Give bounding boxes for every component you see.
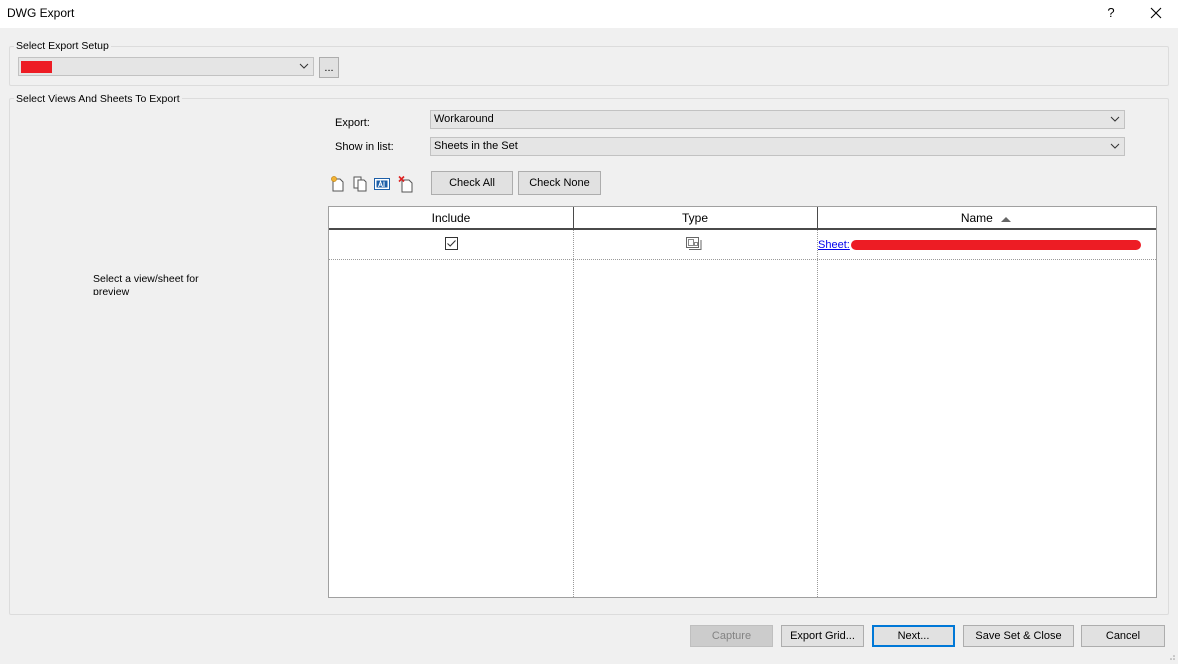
column-header-type[interactable]: Type xyxy=(573,207,817,230)
column-header-name[interactable]: Name xyxy=(817,207,1156,230)
save-set-close-button[interactable]: Save Set & Close xyxy=(963,625,1074,647)
new-set-icon[interactable] xyxy=(329,175,347,193)
help-button[interactable]: ? xyxy=(1102,3,1120,23)
close-icon[interactable] xyxy=(1146,3,1166,23)
delete-set-icon[interactable] xyxy=(397,175,415,193)
header-separator xyxy=(817,207,818,230)
redacted-sheet-name xyxy=(851,240,1141,250)
export-value: Workaround xyxy=(434,113,494,125)
export-setup-dropdown[interactable] xyxy=(18,57,314,76)
check-none-button[interactable]: Check None xyxy=(518,171,601,195)
views-sheets-label: Select Views And Sheets To Export xyxy=(14,93,182,105)
title-bar: DWG Export ? xyxy=(0,0,1178,28)
duplicate-set-icon[interactable] xyxy=(351,175,369,193)
show-in-list-dropdown[interactable]: Sheets in the Set xyxy=(430,137,1125,156)
chevron-down-icon xyxy=(299,61,309,74)
chevron-down-icon xyxy=(1110,141,1120,154)
column-divider xyxy=(573,230,574,597)
sheet-name-link[interactable]: Sheet: xyxy=(818,239,850,251)
export-grid-button[interactable]: Export Grid... xyxy=(781,625,864,647)
column-header-include[interactable]: Include xyxy=(329,207,573,230)
next-button[interactable]: Next... xyxy=(872,625,955,647)
export-dropdown[interactable]: Workaround xyxy=(430,110,1125,129)
include-checkbox[interactable] xyxy=(445,237,458,253)
show-in-list-label: Show in list: xyxy=(335,141,394,153)
chevron-down-icon xyxy=(1110,114,1120,127)
cancel-button[interactable]: Cancel xyxy=(1081,625,1165,647)
window-title: DWG Export xyxy=(7,6,75,20)
capture-button[interactable]: Capture xyxy=(690,625,773,647)
export-setup-browse-button[interactable]: ... xyxy=(319,57,339,78)
table-row[interactable]: Sheet: xyxy=(329,232,1156,260)
rename-set-icon[interactable] xyxy=(373,175,391,193)
sort-ascending-icon xyxy=(1000,208,1012,230)
header-separator xyxy=(573,207,574,230)
redacted-setup-name xyxy=(21,61,52,73)
views-sheets-table: Include Type Name Sheet: xyxy=(328,206,1157,598)
resize-grip-icon[interactable] xyxy=(1166,651,1176,661)
preview-placeholder: Select a view/sheet for preview xyxy=(93,273,223,295)
export-label: Export: xyxy=(335,117,370,129)
sheet-icon xyxy=(686,237,702,254)
show-in-list-value: Sheets in the Set xyxy=(434,140,518,152)
export-setup-label: Select Export Setup xyxy=(14,40,111,52)
preview-text: Select a view/sheet for preview xyxy=(93,273,199,295)
row-divider xyxy=(329,259,1156,260)
check-all-button[interactable]: Check All xyxy=(431,171,513,195)
column-header-name-label: Name xyxy=(960,211,993,225)
column-divider xyxy=(817,230,818,597)
